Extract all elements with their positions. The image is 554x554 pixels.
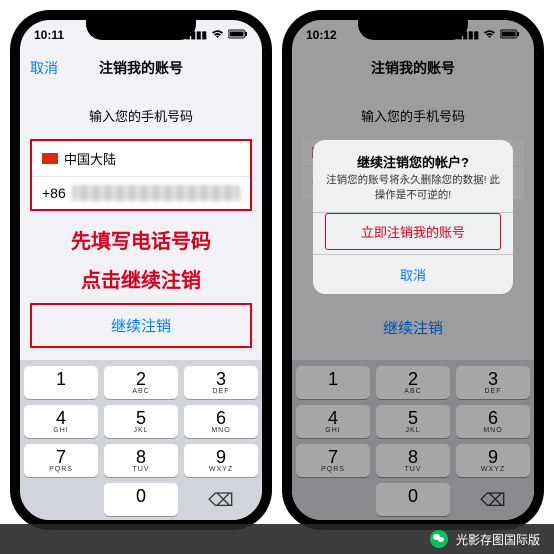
phone-input-row[interactable]: +86 [32, 177, 250, 209]
status-time: 10:11 [34, 28, 64, 42]
numeric-keypad: 1 2ABC 3DEF 4GHI 5JKL 6MNO 7PQRS 8TUV 9W… [20, 360, 262, 520]
notch [358, 18, 468, 40]
country-code: +86 [42, 185, 66, 201]
key-blank [24, 483, 98, 516]
phone-number-blurred [72, 185, 240, 201]
phone-left: 10:11 ▮▮▮▮ 取消 注销我的账号 输入您的手机号码 中国大陆 +86 [10, 10, 272, 530]
country-label: 中国大陆 [64, 149, 116, 168]
page-title: 注销我的账号 [20, 58, 262, 78]
key-3[interactable]: 3DEF [184, 366, 258, 399]
dialog-message: 注销您的账号将永久删除您的数据! 此操作是不可逆的! [313, 173, 513, 212]
key-5[interactable]: 5JKL [104, 405, 178, 438]
confirm-delete-button[interactable]: 立即注销我的账号 [325, 213, 501, 250]
wechat-attribution: 光影存图国际版 [0, 524, 554, 554]
continue-button[interactable]: 继续注销 [30, 303, 252, 348]
key-delete[interactable]: ⌫ [184, 483, 258, 516]
nav-bar: 取消 注销我的账号 [20, 50, 262, 86]
wechat-account-name: 光影存图国际版 [456, 531, 540, 548]
key-1[interactable]: 1 [24, 366, 98, 399]
phone-right: 10:12 ▮▮▮▮ 注销我的账号 输入您的手机号码 +8 继续注销 [282, 10, 544, 530]
key-2[interactable]: 2ABC [104, 366, 178, 399]
key-6[interactable]: 6MNO [184, 405, 258, 438]
annotation-1: 先填写电话号码 [20, 225, 262, 254]
subtitle: 输入您的手机号码 [20, 106, 262, 125]
backspace-icon: ⌫ [208, 490, 233, 511]
key-8[interactable]: 8TUV [104, 444, 178, 477]
key-4[interactable]: 4GHI [24, 405, 98, 438]
flag-icon [42, 153, 58, 164]
key-7[interactable]: 7PQRS [24, 444, 98, 477]
dialog-title: 继续注销您的帐户? [313, 140, 513, 173]
country-selector[interactable]: 中国大陆 [32, 141, 250, 177]
wechat-icon [430, 530, 448, 548]
annotation-2: 点击继续注销 [20, 264, 262, 293]
phone-input-block: 中国大陆 +86 [30, 139, 252, 211]
battery-icon [228, 29, 248, 42]
notch [86, 18, 196, 40]
dialog-cancel-button[interactable]: 取消 [313, 254, 513, 294]
modal-overlay: 继续注销您的帐户? 注销您的账号将永久删除您的数据! 此操作是不可逆的! 立即注… [292, 20, 534, 520]
key-9[interactable]: 9WXYZ [184, 444, 258, 477]
confirm-dialog: 继续注销您的帐户? 注销您的账号将永久删除您的数据! 此操作是不可逆的! 立即注… [313, 140, 513, 294]
wifi-icon [211, 29, 224, 42]
key-0[interactable]: 0 [104, 483, 178, 516]
